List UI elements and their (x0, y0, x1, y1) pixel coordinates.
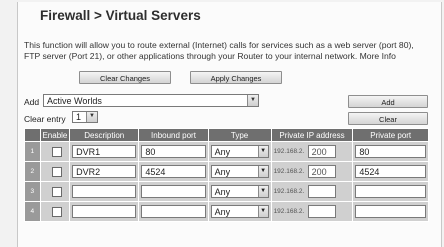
table-row: 1 DVR1 80 Any ▼ 192.168.2. 200 80 (24, 141, 429, 162)
chevron-down-icon[interactable]: ▼ (257, 166, 268, 177)
description-input[interactable] (72, 205, 137, 218)
private-port-cell (352, 181, 429, 202)
ip-last-octet-input[interactable]: 200 (307, 145, 336, 158)
clear-entry-value: 1 (76, 112, 82, 122)
type-cell: Any ▼ (207, 181, 272, 202)
add-service-select[interactable]: Active Worlds ▼ (43, 94, 259, 107)
apply-changes-button[interactable]: Apply Changes (190, 71, 282, 84)
clear-entry-label: Clear entry (24, 114, 66, 124)
chevron-down-icon[interactable]: ▼ (247, 95, 258, 106)
row-number-header (24, 128, 41, 142)
inbound-port-cell (138, 181, 209, 202)
description-input[interactable]: DVR2 (72, 165, 137, 178)
inbound-port-input[interactable]: 4524 (141, 165, 206, 178)
page-title: Firewall > Virtual Servers (40, 8, 201, 23)
description-cell: DVR1 (69, 141, 140, 162)
inbound-port-header: Inbound port (138, 128, 209, 142)
type-select[interactable]: Any ▼ (210, 145, 269, 158)
private-port-input[interactable]: 80 (355, 145, 426, 158)
ip-prefix: 192.168.2. (273, 168, 305, 176)
row-number: 4 (24, 201, 41, 222)
add-button[interactable]: Add (348, 95, 428, 108)
clear-changes-button[interactable]: Clear Changes (79, 71, 171, 84)
private-port-input[interactable]: 4524 (355, 165, 426, 178)
description-cell (69, 181, 140, 202)
inbound-port-input[interactable] (141, 205, 206, 218)
inbound-port-cell: 4524 (138, 161, 209, 182)
enable-checkbox[interactable] (51, 186, 62, 197)
type-select[interactable]: Any ▼ (210, 205, 269, 218)
ip-last-octet-input[interactable] (307, 185, 336, 198)
row-number: 3 (24, 181, 41, 202)
type-value: Any (214, 147, 231, 157)
type-header: Type (207, 128, 272, 142)
type-select[interactable]: Any ▼ (210, 165, 269, 178)
private-ip-cell: 192.168.2. 200 (270, 141, 354, 162)
type-value: Any (214, 167, 231, 177)
chevron-down-icon[interactable]: ▼ (257, 206, 268, 217)
private-port-cell (352, 201, 429, 222)
row-number: 1 (24, 141, 41, 162)
enable-header: Enable (39, 128, 71, 142)
type-cell: Any ▼ (207, 161, 272, 182)
ip-prefix: 192.168.2. (273, 148, 305, 156)
description-cell: DVR2 (69, 161, 140, 182)
private-port-header: Private port (352, 128, 429, 142)
description-header: Description (69, 128, 140, 142)
type-cell: Any ▼ (207, 141, 272, 162)
private-ip-cell: 192.168.2. 200 (270, 161, 354, 182)
private-port-input[interactable] (355, 185, 426, 198)
enable-cell (39, 161, 71, 182)
enable-checkbox[interactable] (51, 206, 62, 217)
page-description: This function will allow you to route ex… (24, 40, 414, 61)
add-label: Add (24, 97, 40, 107)
enable-cell (39, 201, 71, 222)
enable-checkbox[interactable] (51, 146, 62, 157)
private-port-input[interactable] (355, 205, 426, 218)
enable-checkbox[interactable] (51, 166, 62, 177)
ip-last-octet-input[interactable] (307, 205, 336, 218)
row-number: 2 (24, 161, 41, 182)
private-port-cell: 4524 (352, 161, 429, 182)
type-value: Any (214, 207, 231, 217)
table-row: 4 Any ▼ 192.168.2. (24, 201, 429, 222)
inbound-port-cell: 80 (138, 141, 209, 162)
type-select[interactable]: Any ▼ (210, 185, 269, 198)
inbound-port-input[interactable]: 80 (141, 145, 206, 158)
private-port-cell: 80 (352, 141, 429, 162)
inbound-port-cell (138, 201, 209, 222)
chevron-down-icon[interactable]: ▼ (257, 186, 268, 197)
type-value: Any (214, 187, 231, 197)
description-input[interactable] (72, 185, 137, 198)
table-header-row: Enable Description Inbound port Type Pri… (24, 128, 429, 142)
chevron-down-icon[interactable]: ▼ (86, 112, 97, 122)
chevron-down-icon[interactable]: ▼ (257, 146, 268, 157)
private-ip-cell: 192.168.2. (270, 181, 354, 202)
ip-prefix: 192.168.2. (273, 188, 305, 196)
table-row: 2 DVR2 4524 Any ▼ 192.168.2. 200 4524 (24, 161, 429, 182)
table-row: 3 Any ▼ 192.168.2. (24, 181, 429, 202)
ip-prefix: 192.168.2. (273, 208, 305, 216)
description-cell (69, 201, 140, 222)
enable-cell (39, 141, 71, 162)
enable-cell (39, 181, 71, 202)
clear-entry-select[interactable]: 1 ▼ (72, 111, 98, 123)
type-cell: Any ▼ (207, 201, 272, 222)
clear-button[interactable]: Clear (348, 112, 428, 125)
virtual-servers-table: Enable Description Inbound port Type Pri… (24, 128, 429, 222)
private-ip-cell: 192.168.2. (270, 201, 354, 222)
add-service-value: Active Worlds (47, 96, 102, 106)
inbound-port-input[interactable] (141, 185, 206, 198)
description-input[interactable]: DVR1 (72, 145, 137, 158)
ip-last-octet-input[interactable]: 200 (307, 165, 336, 178)
private-ip-header: Private IP address (270, 128, 354, 142)
